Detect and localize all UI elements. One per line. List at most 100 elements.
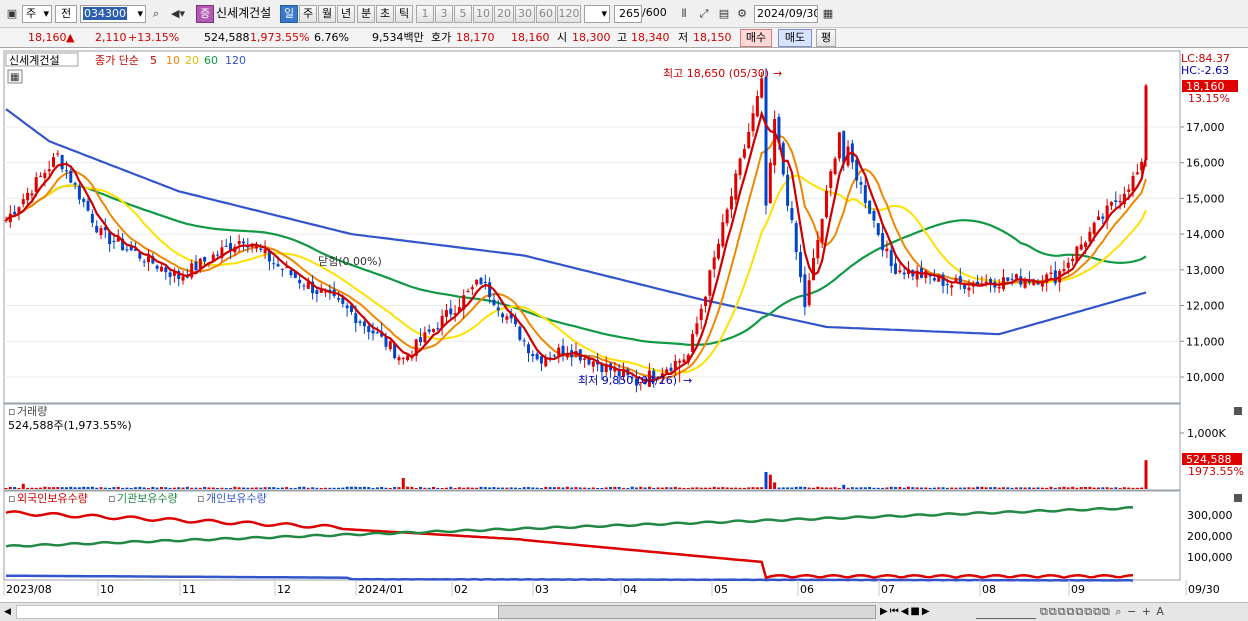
volume-bar xyxy=(496,487,500,489)
interval-120[interactable]: 120 xyxy=(557,5,581,23)
tab-daily[interactable]: 일 xyxy=(280,5,298,23)
candle-body xyxy=(60,155,64,170)
avg-button[interactable]: 평 xyxy=(816,29,836,47)
zoom-slider[interactable] xyxy=(976,605,1036,619)
zoom-controls-icon[interactable]: ⧉⧉⧉⧉⧉⧉⧉⧉ ⌕ − + A xyxy=(1040,605,1246,619)
volume-bar xyxy=(695,487,699,489)
volume-panel-frame xyxy=(3,403,1181,491)
hold-marker-1: ▫ xyxy=(8,492,15,505)
volume-bar xyxy=(911,487,915,489)
candle-body xyxy=(855,159,859,181)
price-change-pct: +13.15% xyxy=(128,31,180,44)
candle-body xyxy=(43,172,47,179)
volume-bar xyxy=(885,487,889,489)
interval-5[interactable]: 5 xyxy=(454,5,472,23)
volume-bar xyxy=(971,487,975,489)
volume-bar xyxy=(941,487,945,489)
volume-bar xyxy=(276,487,280,489)
volume-bar xyxy=(578,487,582,489)
candle-body xyxy=(77,185,81,200)
interval-custom-select[interactable]: ▾ xyxy=(584,5,610,23)
volume-bar xyxy=(967,487,971,489)
volume-bar xyxy=(99,487,103,489)
playback-controls-icon[interactable]: ▶⏮◀■▶ xyxy=(880,605,976,619)
x-label: 11 xyxy=(182,583,196,596)
tab-minute[interactable]: 분 xyxy=(357,5,375,23)
interval-3[interactable]: 3 xyxy=(435,5,453,23)
volume-close-icon[interactable] xyxy=(1234,407,1242,415)
candle-body xyxy=(734,173,738,200)
y-label: 10,000 xyxy=(1186,371,1225,384)
stock-code-input[interactable]: 034300 ▾ xyxy=(80,5,146,23)
volume-bar xyxy=(686,487,690,489)
volume-bar xyxy=(388,487,392,489)
volume-bar xyxy=(324,487,328,489)
volume-bar xyxy=(1144,460,1148,489)
volume-bar xyxy=(164,487,168,489)
volume-bar xyxy=(928,487,932,489)
x-label: 2024/01 xyxy=(358,583,404,596)
panel-toggle-icon[interactable]: ▣ xyxy=(4,6,20,22)
candle-body xyxy=(168,272,172,277)
gear-icon[interactable]: ⚙ xyxy=(734,6,750,22)
interval-30[interactable]: 30 xyxy=(515,5,535,23)
tab-monthly[interactable]: 월 xyxy=(318,5,336,23)
period-select[interactable]: 전 xyxy=(55,5,77,23)
interval-10[interactable]: 10 xyxy=(473,5,493,23)
buy-button[interactable]: 매수 xyxy=(740,29,772,47)
volume-bar xyxy=(768,474,772,489)
volume-bar xyxy=(1045,487,1049,489)
volume-bar xyxy=(280,487,284,489)
tab-second[interactable]: 초 xyxy=(376,5,394,23)
volume-bar xyxy=(678,487,682,489)
volume-bar xyxy=(626,487,630,489)
sell-button[interactable]: 매도 xyxy=(778,29,812,47)
volume-bar xyxy=(751,487,755,489)
volume-bar xyxy=(907,486,910,489)
scroll-left-icon[interactable]: ◀ xyxy=(4,605,14,619)
calendar-icon[interactable]: ▦ xyxy=(820,6,836,22)
volume-bar xyxy=(617,486,621,489)
tab-tick[interactable]: 틱 xyxy=(395,5,413,23)
bar-count-input[interactable]: 265 xyxy=(614,5,642,23)
interval-20[interactable]: 20 xyxy=(494,5,514,23)
candle-body xyxy=(1079,244,1083,250)
scroll-thumb[interactable] xyxy=(498,605,876,619)
chart-style-icon[interactable]: ⤢ xyxy=(696,6,712,22)
volume-bar xyxy=(1066,487,1070,489)
interval-1[interactable]: 1 xyxy=(416,5,434,23)
tab-weekly[interactable]: 주 xyxy=(299,5,317,23)
hold-marker-3: ▫ xyxy=(197,492,204,505)
volume-bar xyxy=(492,487,496,489)
candle-body xyxy=(34,177,38,192)
volume-bar xyxy=(194,487,198,489)
save-icon[interactable]: ▤ xyxy=(716,6,732,22)
period-prefix-select[interactable]: 주 ▾ xyxy=(22,5,52,23)
bid-price: 18,170 xyxy=(456,31,495,44)
holding-close-icon[interactable] xyxy=(1234,494,1242,502)
candle-body xyxy=(181,276,185,281)
y-label: 13,000 xyxy=(1186,264,1225,277)
tab-yearly[interactable]: 년 xyxy=(337,5,355,23)
candle-body xyxy=(1006,277,1010,281)
volume-bar xyxy=(932,487,936,489)
candle-type-icon[interactable]: ⫴ xyxy=(676,6,692,22)
volume-bar xyxy=(842,484,846,489)
sound-icon[interactable]: ◀▾ xyxy=(166,6,190,22)
volume-bar xyxy=(1088,486,1092,489)
stock-chart[interactable]: 10,000 11,000 12,000 13,000 14,000 15,000 16,0… xyxy=(0,48,1248,603)
volume-bar xyxy=(462,487,466,489)
volume-bar xyxy=(410,486,414,489)
volume-bar xyxy=(1002,487,1005,489)
candle-body xyxy=(436,328,440,330)
candle-body xyxy=(401,357,405,359)
volume-bar xyxy=(656,487,660,489)
date-input[interactable]: 2024/09/30 xyxy=(754,5,818,23)
volume-bar xyxy=(820,487,824,489)
candle-body xyxy=(725,209,729,224)
volume-bar xyxy=(717,487,720,489)
volume-bar xyxy=(561,487,565,489)
search-icon[interactable]: ⌕ xyxy=(148,6,164,22)
volume-bar xyxy=(172,487,176,489)
interval-60[interactable]: 60 xyxy=(536,5,556,23)
